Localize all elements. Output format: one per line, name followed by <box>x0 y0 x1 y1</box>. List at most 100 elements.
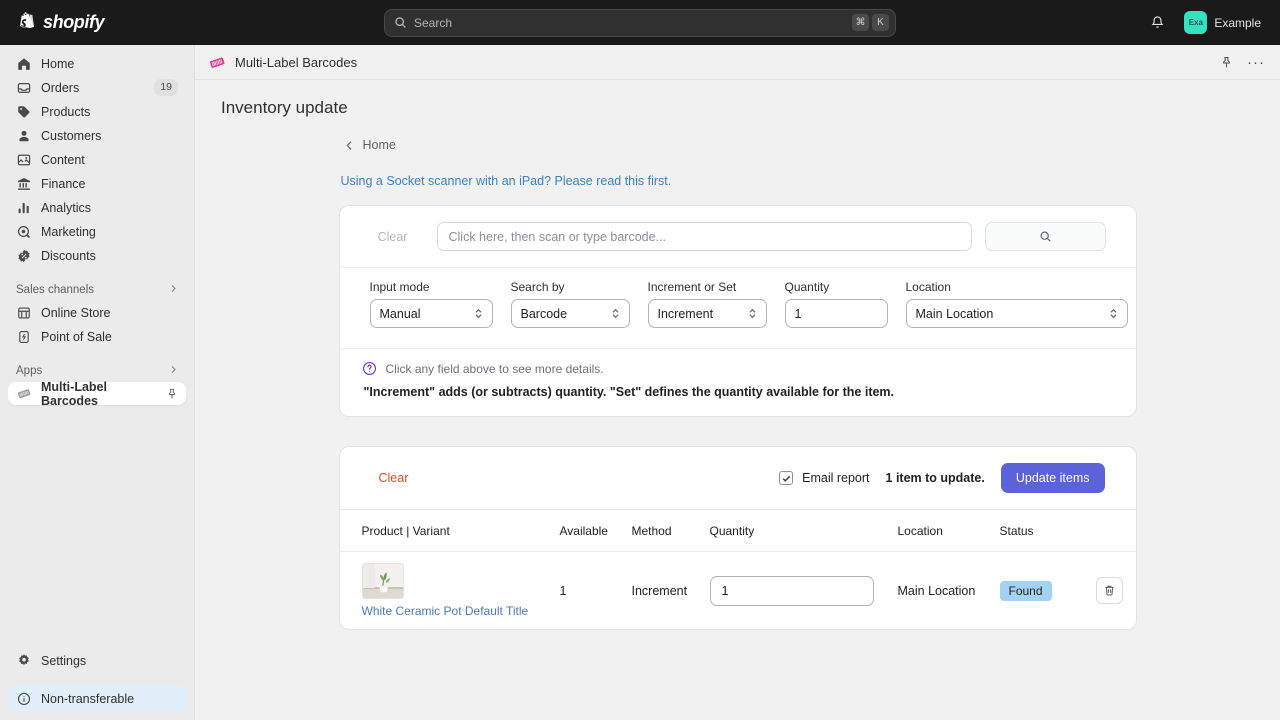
status-badge: Found <box>999 580 1052 601</box>
chevron-right-icon <box>169 365 178 377</box>
avatar: Exa <box>1184 11 1208 34</box>
non-transferable-badge[interactable]: Non-transferable <box>8 685 186 712</box>
increment-or-set-select[interactable]: Increment <box>647 299 767 328</box>
field-label: Location <box>905 280 951 294</box>
section-label: Apps <box>16 365 43 377</box>
column-header-available: Available <box>559 523 608 538</box>
sidebar-item-point-of-sale[interactable]: Point of Sale <box>8 325 186 348</box>
settings-fields: Input mode Manual Search by Barcode Incr… <box>340 268 1136 348</box>
email-report-toggle[interactable]: Email report <box>779 471 870 485</box>
sidebar-item-online-store[interactable]: Online Store <box>8 301 186 324</box>
search-input[interactable]: Search ⌘ K <box>384 8 896 37</box>
field-input-mode: Input mode Manual <box>369 280 493 328</box>
sidebar-item-customers[interactable]: Customers <box>8 124 186 147</box>
help-area: Click any field above to see more detail… <box>340 349 1136 416</box>
user-menu[interactable]: Exa Example <box>1181 8 1268 37</box>
sidebar-item-label: Multi-Label Barcodes <box>41 379 107 408</box>
products-icon <box>16 104 32 120</box>
results-card: Clear Email report 1 item to update. Upd… <box>338 446 1137 630</box>
analytics-icon <box>16 200 32 216</box>
sidebar-item-settings[interactable]: Settings <box>8 649 186 672</box>
notifications-button[interactable] <box>1143 9 1171 37</box>
sidebar-item-orders[interactable]: Orders 19 <box>8 76 186 99</box>
sidebar-item-analytics[interactable]: Analytics <box>8 196 186 219</box>
chevron-updown-icon <box>611 307 620 320</box>
delete-row-button[interactable] <box>1095 577 1123 604</box>
location-value: Main Location <box>897 583 976 598</box>
field-increment-or-set: Increment or Set Increment <box>647 280 767 328</box>
sidebar-item-multi-label-barcodes[interactable]: Multi-Label Barcodes <box>8 379 186 408</box>
location-select[interactable]: Main Location <box>905 299 1128 328</box>
shopify-bag-icon <box>17 12 36 33</box>
email-report-label: Email report <box>802 471 870 485</box>
barcode-input[interactable]: Click here, then scan or type barcode... <box>436 222 972 251</box>
quantity-input[interactable]: 1 <box>784 299 888 328</box>
sidebar-section-sales-channels[interactable]: Sales channels <box>8 279 186 301</box>
sidebar-item-home[interactable]: Home <box>8 52 186 75</box>
update-items-button[interactable]: Update items <box>1000 463 1105 493</box>
search-placeholder: Search <box>414 15 453 30</box>
scan-row: Clear Click here, then scan or type barc… <box>340 206 1136 267</box>
row-quantity-input[interactable]: 1 <box>709 575 874 606</box>
discounts-icon <box>16 248 32 264</box>
app-title: Multi-Label Barcodes <box>209 54 357 71</box>
sidebar-item-label: Settings <box>41 653 87 668</box>
field-label: Search by <box>510 280 565 294</box>
breadcrumb[interactable]: Home <box>339 138 1137 152</box>
search-by-select[interactable]: Barcode <box>510 299 630 328</box>
field-search-by: Search by Barcode <box>510 280 630 328</box>
sidebar-item-label: Orders <box>41 80 80 95</box>
pin-icon[interactable] <box>1214 50 1238 74</box>
sidebar-item-content[interactable]: Content <box>8 148 186 171</box>
product-cell: White Ceramic Pot Default Title <box>361 563 560 618</box>
pin-icon[interactable] <box>166 388 178 400</box>
customers-icon <box>16 128 32 144</box>
global-search[interactable]: Search ⌘ K <box>384 8 896 37</box>
top-bar: shopify Search ⌘ K Exa Example <box>0 0 1280 45</box>
sidebar-item-label: Point of Sale <box>41 329 112 344</box>
column-header-method: Method <box>631 523 672 538</box>
finance-icon <box>16 176 32 192</box>
items-count-text: 1 item to update. <box>885 471 985 485</box>
sidebar: Home Orders 19 Products Customers Conten… <box>0 45 195 720</box>
top-bar-right: Exa Example <box>1143 8 1268 37</box>
field-label: Quantity <box>784 280 830 294</box>
shopify-logo[interactable]: shopify <box>0 12 195 33</box>
sidebar-item-label: Products <box>41 104 91 119</box>
user-name: Example <box>1214 15 1261 30</box>
available-value: 1 <box>559 583 567 598</box>
results-table: Product | Variant Available Method Quant… <box>339 509 1136 629</box>
app-title-label: Multi-Label Barcodes <box>235 54 358 70</box>
sidebar-item-marketing[interactable]: Marketing <box>8 220 186 243</box>
app-bar-actions: ··· <box>1214 50 1268 74</box>
socket-scanner-help-link[interactable]: Using a Socket scanner with an iPad? Ple… <box>339 174 1137 188</box>
app-body: Home Orders 19 Products Customers Conten… <box>0 45 1280 720</box>
barcode-label-icon <box>209 54 226 71</box>
quantity-value: 1 <box>794 306 802 321</box>
barcode-search-button[interactable] <box>984 222 1106 251</box>
results-toolbar: Clear Email report 1 item to update. Upd… <box>340 447 1136 509</box>
chevron-updown-icon <box>1109 307 1118 320</box>
sidebar-item-label: Analytics <box>41 200 92 215</box>
sidebar-item-label: Customers <box>41 128 102 143</box>
sidebar-item-products[interactable]: Products <box>8 100 186 123</box>
barcode-label-icon <box>16 386 32 402</box>
clear-results-button[interactable]: Clear <box>362 471 409 485</box>
search-shortcut: ⌘ K <box>852 14 889 31</box>
marketing-icon <box>16 224 32 240</box>
table-row: White Ceramic Pot Default Title 1 Increm… <box>339 551 1136 629</box>
gear-icon <box>16 653 32 669</box>
sidebar-item-discounts[interactable]: Discounts <box>8 244 186 267</box>
field-location: Location Main Location <box>905 280 1128 328</box>
page-header: Inventory update <box>195 80 1280 118</box>
input-mode-select[interactable]: Manual <box>369 299 493 328</box>
sidebar-footer: Settings Non-transferable <box>8 649 186 720</box>
sidebar-item-finance[interactable]: Finance <box>8 172 186 195</box>
email-report-checkbox[interactable] <box>779 471 794 485</box>
section-label: Sales channels <box>16 284 94 296</box>
non-transferable-label: Non-transferable <box>41 691 135 706</box>
more-options-button[interactable]: ··· <box>1244 50 1268 74</box>
product-link[interactable]: White Ceramic Pot Default Title <box>362 604 560 618</box>
clear-scan-button[interactable]: Clear <box>362 230 424 244</box>
barcode-placeholder: Click here, then scan or type barcode... <box>448 229 666 244</box>
